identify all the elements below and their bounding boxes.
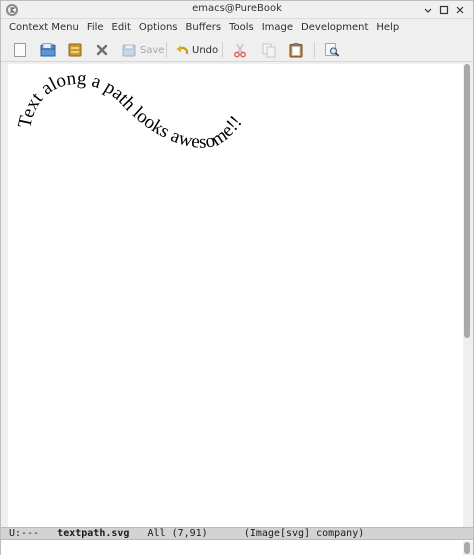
minimize-button[interactable] [421, 3, 435, 17]
undo-button[interactable]: Undo [175, 41, 218, 59]
undo-icon [176, 45, 189, 54]
left-fringe [1, 62, 8, 527]
search-icon [325, 43, 340, 57]
search-button[interactable] [324, 41, 340, 59]
menu-buffers[interactable]: Buffers [182, 19, 226, 37]
menu-help[interactable]: Help [372, 19, 403, 37]
close-window-button[interactable] [453, 3, 467, 17]
modeline-modes[interactable]: (Image[svg] company) [244, 528, 364, 539]
echo-area[interactable] [1, 540, 473, 555]
editor-buffer[interactable]: Text along a path looks awesome!! [8, 64, 463, 527]
undo-label: Undo [192, 44, 219, 56]
title-bar[interactable]: emacs@PureBook [1, 1, 473, 19]
new-file-button[interactable] [13, 41, 27, 59]
echo-scrollbar[interactable] [463, 541, 473, 555]
mode-line: U:--- textpath.svg All (7,91) (Image[svg… [1, 527, 473, 540]
cut-button[interactable] [233, 41, 247, 59]
paste-button[interactable] [288, 41, 304, 59]
maximize-icon [439, 5, 449, 15]
cut-icon [234, 43, 246, 58]
echo-scrollbar-thumb[interactable] [464, 542, 470, 554]
copy-button[interactable] [261, 41, 277, 59]
menu-development[interactable]: Development [297, 19, 372, 37]
close-buffer-icon [96, 44, 108, 56]
window-title: emacs@PureBook [192, 3, 282, 14]
menu-file[interactable]: File [83, 19, 108, 37]
svg-image: Text along a path looks awesome!! [14, 68, 246, 153]
vertical-scrollbar[interactable] [463, 62, 473, 527]
new-file-icon [14, 43, 26, 57]
open-directory-icon [68, 43, 82, 57]
toolbar-separator [314, 42, 315, 58]
menu-image[interactable]: Image [258, 19, 297, 37]
modeline-position: All (7,91) [147, 528, 208, 539]
open-folder-icon [40, 43, 56, 57]
copy-icon [262, 43, 276, 58]
textpath-text: Text along a path looks awesome!! [14, 68, 246, 153]
close-icon [456, 6, 464, 14]
menu-edit[interactable]: Edit [108, 19, 135, 37]
modeline-status: U:--- [9, 528, 40, 539]
save-button[interactable]: Save [121, 41, 165, 59]
toolbar-separator [166, 42, 167, 58]
toolbar-separator [222, 42, 223, 58]
menu-context-menu[interactable]: Context Menu [5, 19, 83, 37]
modeline-buffer-name[interactable]: textpath.svg [57, 528, 129, 539]
menu-bar: Context Menu File Edit Options Buffers T… [1, 19, 473, 37]
close-buffer-button[interactable] [95, 41, 109, 59]
open-file-button[interactable] [40, 41, 56, 59]
emacs-window: emacs@PureBook Context Menu File Edit Op… [0, 0, 474, 555]
save-icon [122, 44, 136, 57]
open-directory-button[interactable] [67, 41, 83, 59]
tool-bar: Save Undo [1, 37, 473, 62]
maximize-button[interactable] [437, 3, 451, 17]
minimize-icon [424, 8, 432, 13]
scrollbar-thumb[interactable] [464, 64, 470, 338]
menu-tools[interactable]: Tools [225, 19, 258, 37]
save-label: Save [140, 44, 165, 56]
paste-icon [289, 43, 303, 58]
menu-options[interactable]: Options [135, 19, 182, 37]
textpath-content: Text along a path looks awesome!! [14, 68, 246, 153]
